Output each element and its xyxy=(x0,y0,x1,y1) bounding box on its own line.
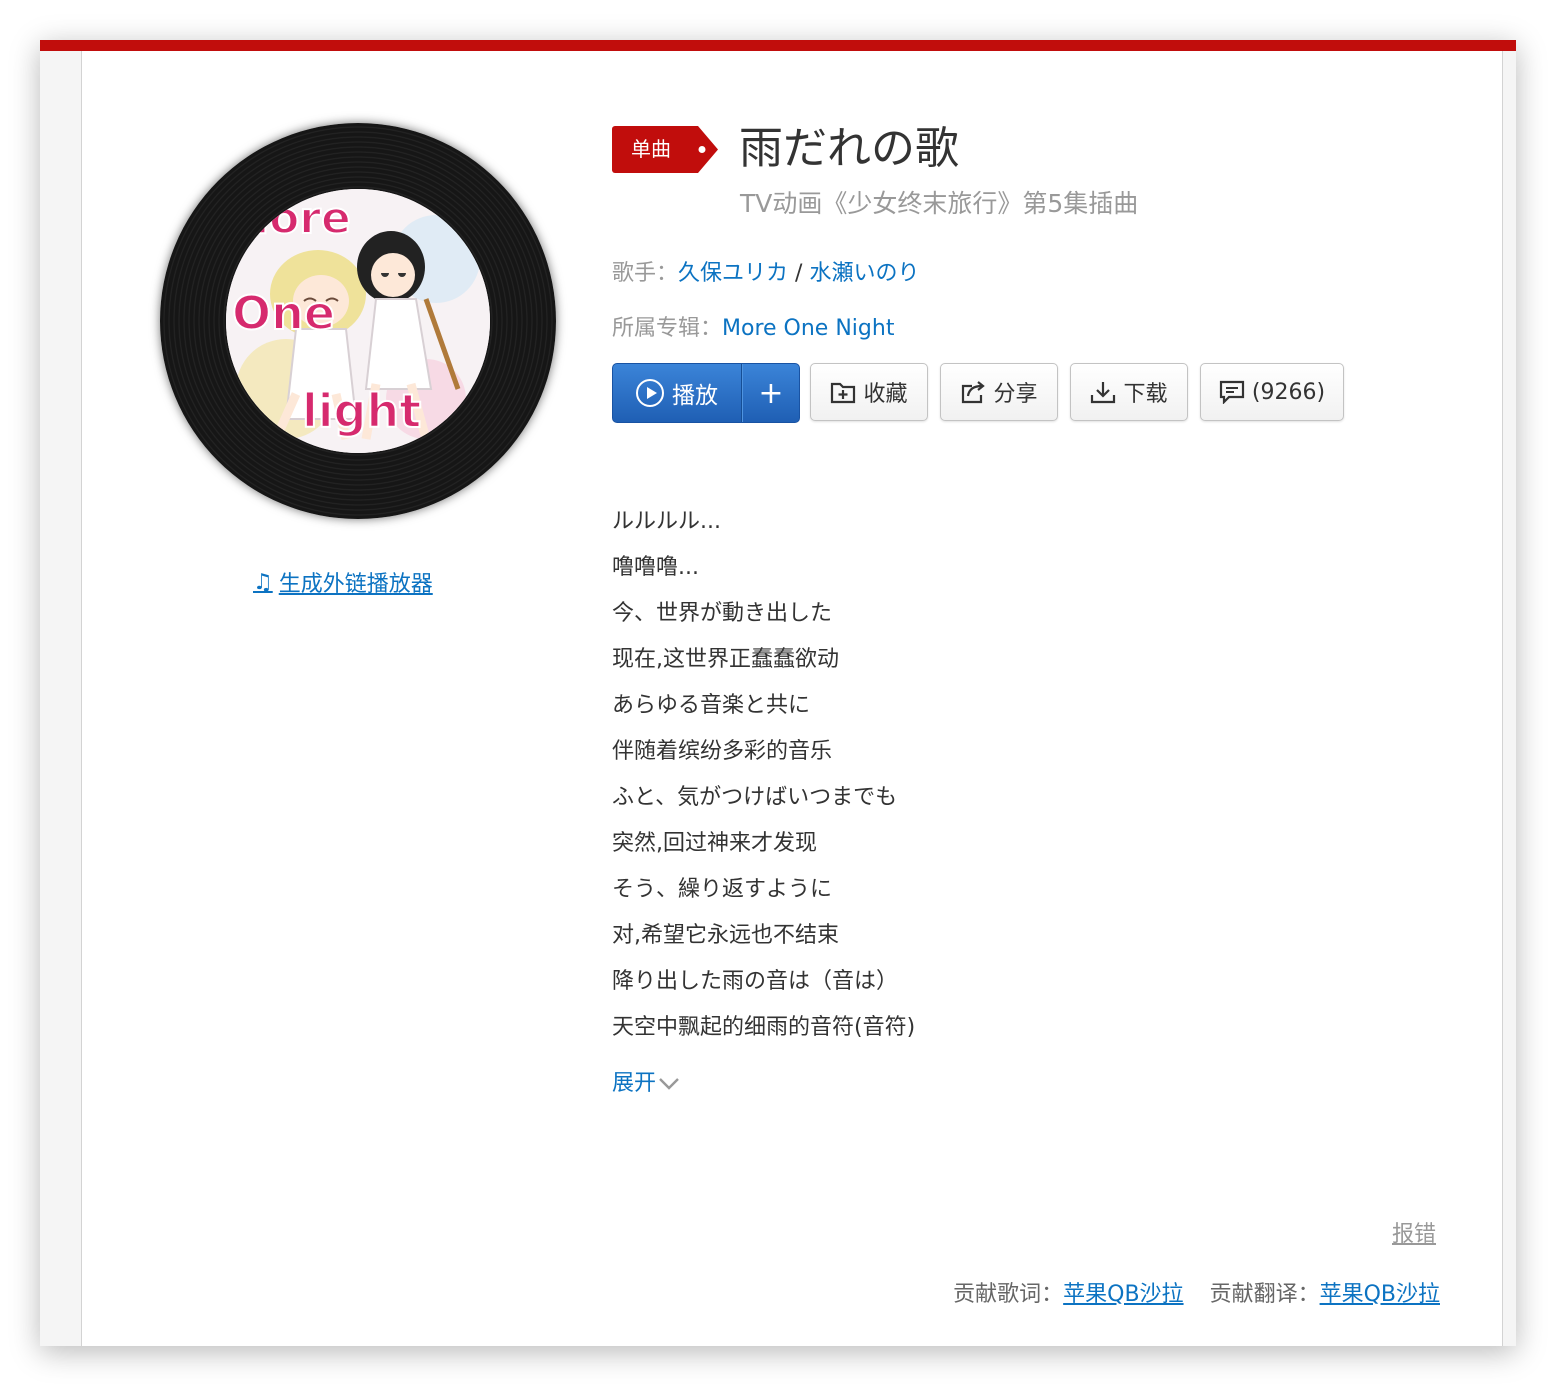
album-row: 所属专辑：More One Night xyxy=(612,310,894,342)
chevron-down-icon xyxy=(659,1078,679,1090)
comment-icon xyxy=(1219,380,1245,404)
lyric-line: 噜噜噜... xyxy=(612,555,699,580)
artist-separator: / xyxy=(788,261,810,286)
cover-text-1: lore xyxy=(254,193,351,244)
play-label: 播放 xyxy=(672,383,718,409)
artist-label: 歌手： xyxy=(612,261,679,286)
album-link[interactable]: More One Night xyxy=(722,316,894,341)
artist-link-1[interactable]: 久保ユリカ xyxy=(678,261,788,286)
lyric-line: あらゆる音楽と共に xyxy=(612,693,811,718)
folder-plus-icon xyxy=(831,382,856,404)
translation-contributor-link[interactable]: 苹果QB沙拉 xyxy=(1320,1282,1440,1307)
song-subtitle: TV动画《少女终末旅行》第5集插曲 xyxy=(740,189,1139,218)
single-badge: 单曲 xyxy=(612,126,720,173)
collect-label: 收藏 xyxy=(863,382,908,407)
lyric-line: ふと、気がつけばいつまでも xyxy=(612,785,898,810)
collect-button[interactable]: 收藏 xyxy=(810,363,928,421)
lyric-line: 对,希望它永远也不结束 xyxy=(612,923,839,948)
download-label: 下载 xyxy=(1123,382,1168,407)
lyrics-contributor-link[interactable]: 苹果QB沙拉 xyxy=(1063,1282,1183,1307)
music-note-icon: ♫ xyxy=(253,569,273,595)
lyric-line: 现在,这世界正蠢蠢欲动 xyxy=(612,647,839,672)
comments-button[interactable]: (9266) xyxy=(1200,363,1344,421)
album-label: 所属专辑： xyxy=(612,316,723,341)
lyric-line: ルルルル... xyxy=(612,509,721,534)
play-button[interactable]: 播放 xyxy=(613,364,742,422)
share-button[interactable]: 分享 xyxy=(940,363,1058,421)
cover-text-2: One xyxy=(232,286,335,340)
lyric-line: 降り出した雨の音は（音は） xyxy=(612,969,899,994)
expand-lyrics-link[interactable]: 展开 xyxy=(612,1065,680,1097)
vinyl-disc: lore One light xyxy=(160,123,556,519)
expand-label: 展开 xyxy=(612,1071,657,1096)
share-label: 分享 xyxy=(993,382,1038,407)
generate-external-player-link[interactable]: ♫ 生成外链播放器 xyxy=(253,566,433,598)
cover-text-3: light xyxy=(302,384,421,438)
contributors-row: 贡献歌词：苹果QB沙拉 贡献翻译：苹果QB沙拉 xyxy=(953,1276,1440,1308)
translation-contributor-label: 贡献翻译： xyxy=(1209,1282,1320,1307)
report-error-link[interactable]: 报错 xyxy=(1392,1216,1436,1248)
album-cover: lore One light xyxy=(226,189,490,453)
single-badge-label: 单曲 xyxy=(631,137,671,161)
download-icon xyxy=(1091,382,1116,404)
lyric-line: 天空中飘起的细雨的音符(音符) xyxy=(612,1015,916,1040)
artist-link-2[interactable]: 水瀬いのり xyxy=(809,261,919,286)
play-button-group: 播放 + xyxy=(612,363,800,423)
lyrics-contributor-label: 贡献歌词： xyxy=(953,1282,1064,1307)
page-window: lore One light ♫ 生成外链播放器 单曲 雨だれの歌 TV动画《少… xyxy=(40,40,1516,1346)
artist-row: 歌手：久保ユリカ / 水瀬いのり xyxy=(612,255,919,287)
comment-count: (9266) xyxy=(1251,379,1326,405)
lyric-line: 突然,回过神来才发现 xyxy=(612,831,817,856)
lyric-line: そう、繰り返すように xyxy=(612,877,833,902)
top-brand-bar xyxy=(40,40,1516,51)
share-icon xyxy=(962,381,986,404)
left-gutter xyxy=(40,51,82,1346)
external-player-label: 生成外链播放器 xyxy=(278,572,433,597)
right-gutter xyxy=(1502,51,1516,1346)
album-cover-art: lore One light xyxy=(226,189,490,453)
play-icon xyxy=(636,379,664,407)
lyric-line: 伴随着缤纷多彩的音乐 xyxy=(612,739,833,764)
lyrics-list: ルルルル... 噜噜噜... 今、世界が動き出した 现在,这世界正蠢蠢欲动 あら… xyxy=(612,503,915,1055)
song-title: 雨だれの歌 xyxy=(739,123,959,174)
add-to-playlist-button[interactable]: + xyxy=(742,364,799,422)
lyric-line: 今、世界が動き出した xyxy=(612,601,833,626)
download-button[interactable]: 下载 xyxy=(1070,363,1188,421)
